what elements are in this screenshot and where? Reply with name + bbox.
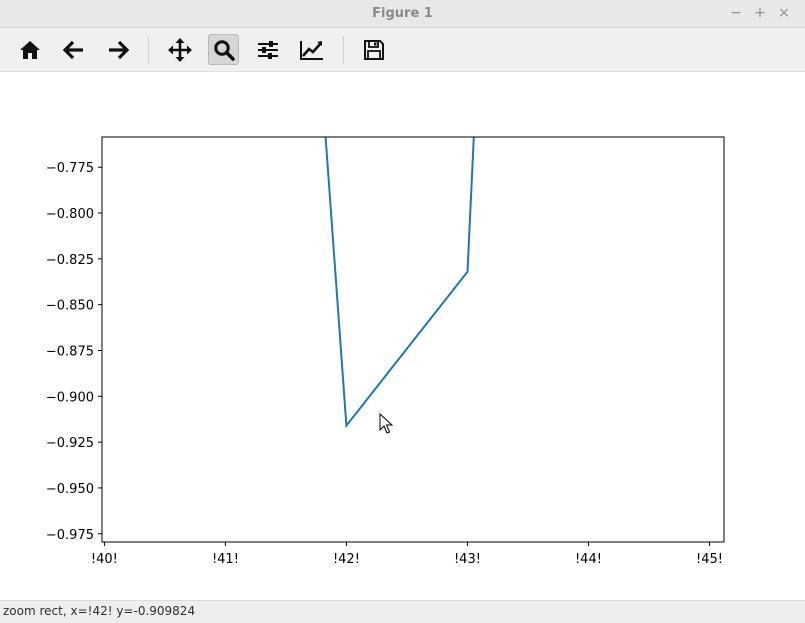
navigation-toolbar — [0, 28, 805, 72]
figure-canvas[interactable]: !40! !41! !42! !43! !44! !45! −0.775 −0.800 −0.… — [0, 72, 805, 600]
sliders-icon — [257, 40, 278, 59]
close-button[interactable]: × — [775, 4, 793, 22]
y-tick-label: −0.975 — [46, 528, 94, 543]
x-tick-label: !45! — [696, 552, 723, 567]
y-tick-label: −0.900 — [46, 390, 94, 405]
status-message: zoom rect, x=!42! y=-0.909824 — [3, 604, 196, 618]
magnifier-icon — [213, 39, 235, 61]
x-tick-label: !42! — [333, 552, 360, 567]
y-tick-label: −0.775 — [46, 161, 94, 176]
status-bar: zoom rect, x=!42! y=-0.909824 — [0, 600, 805, 623]
move-arrows-icon — [167, 37, 192, 62]
x-tick-label: !40! — [91, 552, 118, 567]
y-tick-label: −0.875 — [46, 344, 94, 359]
y-tick-label: −0.800 — [46, 207, 94, 222]
window-title: Figure 1 — [372, 6, 433, 21]
home-icon — [19, 40, 40, 59]
home-button[interactable] — [14, 34, 45, 65]
plot-svg[interactable]: !40! !41! !42! !43! !44! !45! −0.775 −0.800 −0.… — [0, 72, 805, 600]
x-tick-label: !43! — [454, 552, 481, 567]
save-button[interactable] — [358, 34, 389, 65]
toolbar-separator — [148, 36, 149, 64]
y-tick-label: −0.925 — [46, 436, 94, 451]
minimize-button[interactable]: − — [727, 4, 745, 22]
forward-button[interactable] — [102, 34, 133, 65]
zoom-button[interactable] — [208, 34, 239, 65]
line-chart-icon — [299, 40, 323, 60]
back-button[interactable] — [58, 34, 89, 65]
figure-window: Figure 1 − + × !40! !41! !42! !43! !44! … — [0, 0, 805, 623]
x-tick-label: !41! — [212, 552, 239, 567]
y-tick-label: −0.950 — [46, 482, 94, 497]
title-bar[interactable]: Figure 1 − + × — [0, 0, 805, 28]
arrow-left-icon — [62, 40, 83, 59]
pan-button[interactable] — [164, 34, 195, 65]
x-tick-label: !44! — [575, 552, 602, 567]
maximize-button[interactable]: + — [751, 4, 769, 22]
floppy-disk-icon — [363, 39, 384, 60]
y-tick-label: −0.850 — [46, 299, 94, 314]
y-tick-label: −0.825 — [46, 253, 94, 268]
subplots-button[interactable] — [252, 34, 283, 65]
axes-edit-button[interactable] — [296, 34, 327, 65]
arrow-right-icon — [108, 40, 129, 59]
toolbar-separator — [343, 36, 344, 64]
